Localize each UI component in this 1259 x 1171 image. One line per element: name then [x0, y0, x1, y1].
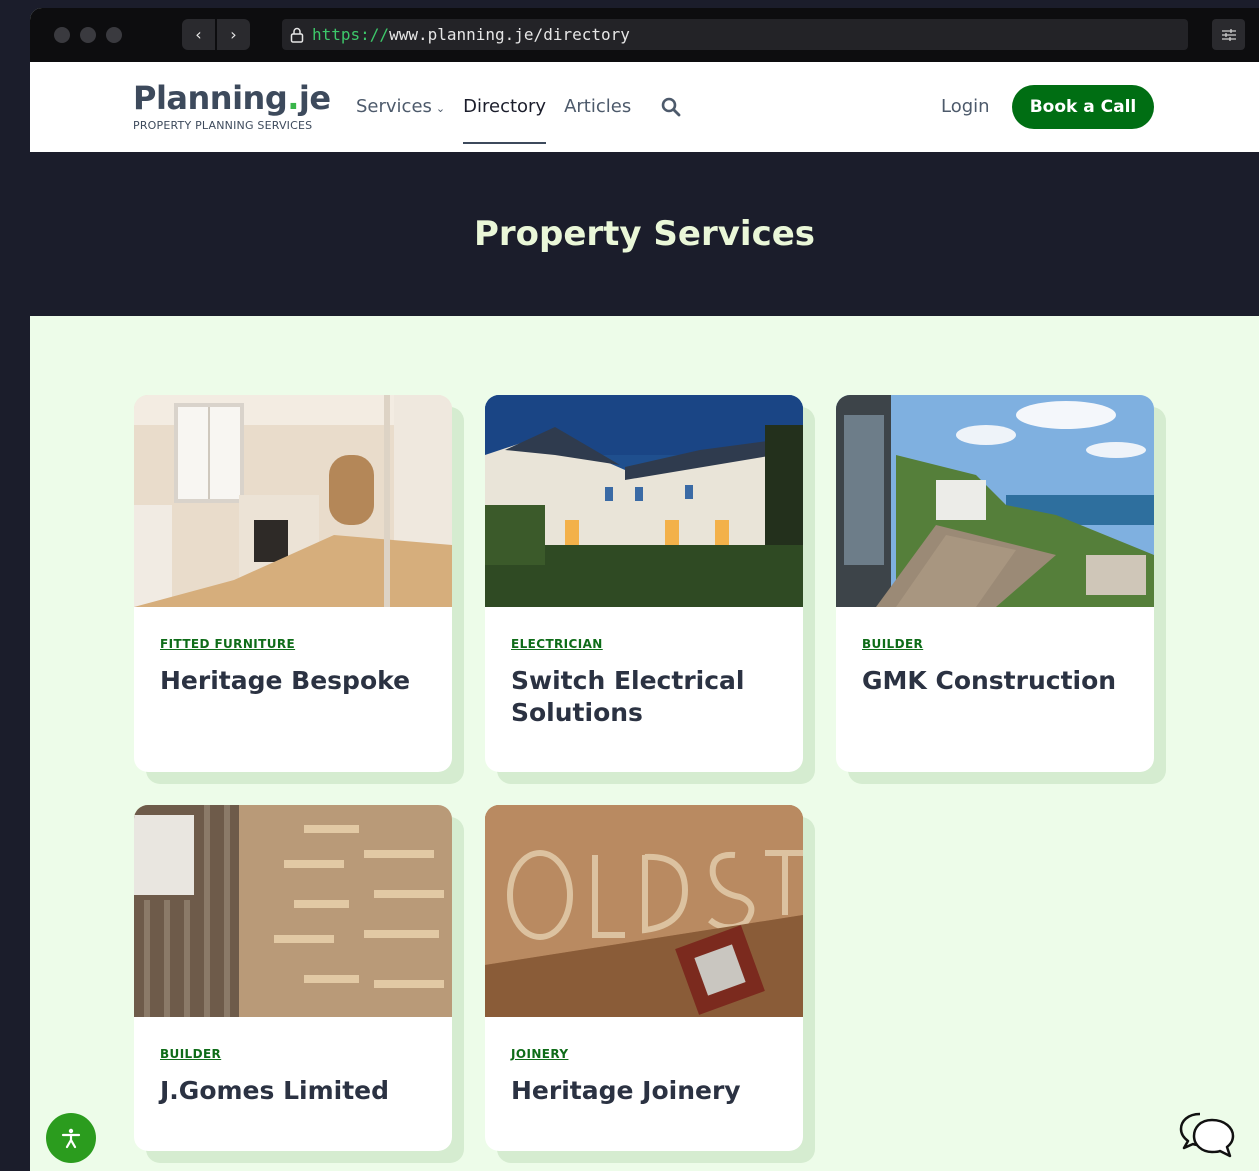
- logo-dot: .: [287, 79, 299, 117]
- search-button[interactable]: [661, 92, 683, 122]
- search-icon: [661, 97, 681, 117]
- directory-card[interactable]: JOINERY Heritage Joinery: [485, 805, 803, 1151]
- lock-icon: [290, 27, 304, 43]
- nav-services-label: Services: [356, 96, 432, 117]
- card-category[interactable]: JOINERY: [511, 1047, 777, 1061]
- directory-card[interactable]: ELECTRICIAN Switch Electrical Solutions: [485, 395, 803, 772]
- accessibility-icon: [61, 1128, 81, 1149]
- nav-articles[interactable]: Articles: [564, 92, 631, 122]
- chat-button[interactable]: [1178, 1108, 1236, 1160]
- book-a-call-button[interactable]: Book a Call: [1012, 85, 1154, 129]
- logo-tagline: PROPERTY PLANNING SERVICES: [133, 119, 313, 132]
- site-logo[interactable]: Planning.je PROPERTY PLANNING SERVICES: [133, 80, 331, 132]
- url-text: www.planning.je/directory: [389, 25, 630, 44]
- card-title[interactable]: GMK Construction: [862, 665, 1128, 697]
- back-button[interactable]: ‹: [182, 19, 215, 50]
- history-buttons: ‹ ›: [182, 19, 250, 50]
- login-link[interactable]: Login: [941, 92, 990, 122]
- minimize-window-button[interactable]: [80, 27, 96, 43]
- card-image-house-dusk: [485, 395, 803, 607]
- card-image-seaside-terrace: [836, 395, 1154, 607]
- logo-name: Planning: [133, 79, 288, 117]
- settings-button[interactable]: [1212, 19, 1245, 50]
- card-category[interactable]: BUILDER: [160, 1047, 426, 1061]
- close-window-button[interactable]: [54, 27, 70, 43]
- card-image-wooden-shelving: [134, 805, 452, 1017]
- card-title[interactable]: Switch Electrical Solutions: [511, 665, 777, 729]
- url-scheme: https://: [312, 25, 390, 44]
- accessibility-button[interactable]: [46, 1113, 96, 1163]
- card-category[interactable]: ELECTRICIAN: [511, 637, 777, 651]
- chevron-down-icon: ⌄: [435, 102, 446, 115]
- directory-card[interactable]: FITTED FURNITURE Heritage Bespoke: [134, 395, 452, 772]
- card-title[interactable]: Heritage Bespoke: [160, 665, 426, 697]
- site-header: Planning.je PROPERTY PLANNING SERVICES S…: [30, 62, 1259, 152]
- address-bar[interactable]: https://www.planning.je/directory: [282, 19, 1188, 50]
- nav-services[interactable]: Services ⌄: [356, 92, 445, 122]
- card-category[interactable]: FITTED FURNITURE: [160, 637, 426, 651]
- browser-window: ‹ › https://www.planning.je/directory Pl…: [30, 8, 1259, 1171]
- settings-sliders-icon: [1221, 28, 1236, 41]
- maximize-window-button[interactable]: [106, 27, 122, 43]
- forward-button[interactable]: ›: [217, 19, 250, 50]
- card-title[interactable]: J.Gomes Limited: [160, 1075, 426, 1107]
- chat-bubbles-icon: [1179, 1112, 1235, 1158]
- card-title[interactable]: Heritage Joinery: [511, 1075, 777, 1107]
- browser-toolbar: ‹ › https://www.planning.je/directory: [30, 8, 1259, 62]
- directory-card[interactable]: BUILDER J.Gomes Limited: [134, 805, 452, 1151]
- card-category[interactable]: BUILDER: [862, 637, 1128, 651]
- hero-banner: Property Services: [30, 152, 1259, 316]
- card-image-carved-sign: [485, 805, 803, 1017]
- logo-wordmark: Planning.je: [133, 80, 331, 116]
- logo-suffix: je: [298, 79, 331, 117]
- nav-directory[interactable]: Directory: [463, 92, 546, 144]
- page-title: Property Services: [473, 214, 816, 254]
- main-nav: Services ⌄ Directory Articles: [356, 92, 683, 144]
- window-controls: [54, 27, 122, 43]
- directory-card[interactable]: BUILDER GMK Construction: [836, 395, 1154, 772]
- card-image-kitchen: [134, 395, 452, 607]
